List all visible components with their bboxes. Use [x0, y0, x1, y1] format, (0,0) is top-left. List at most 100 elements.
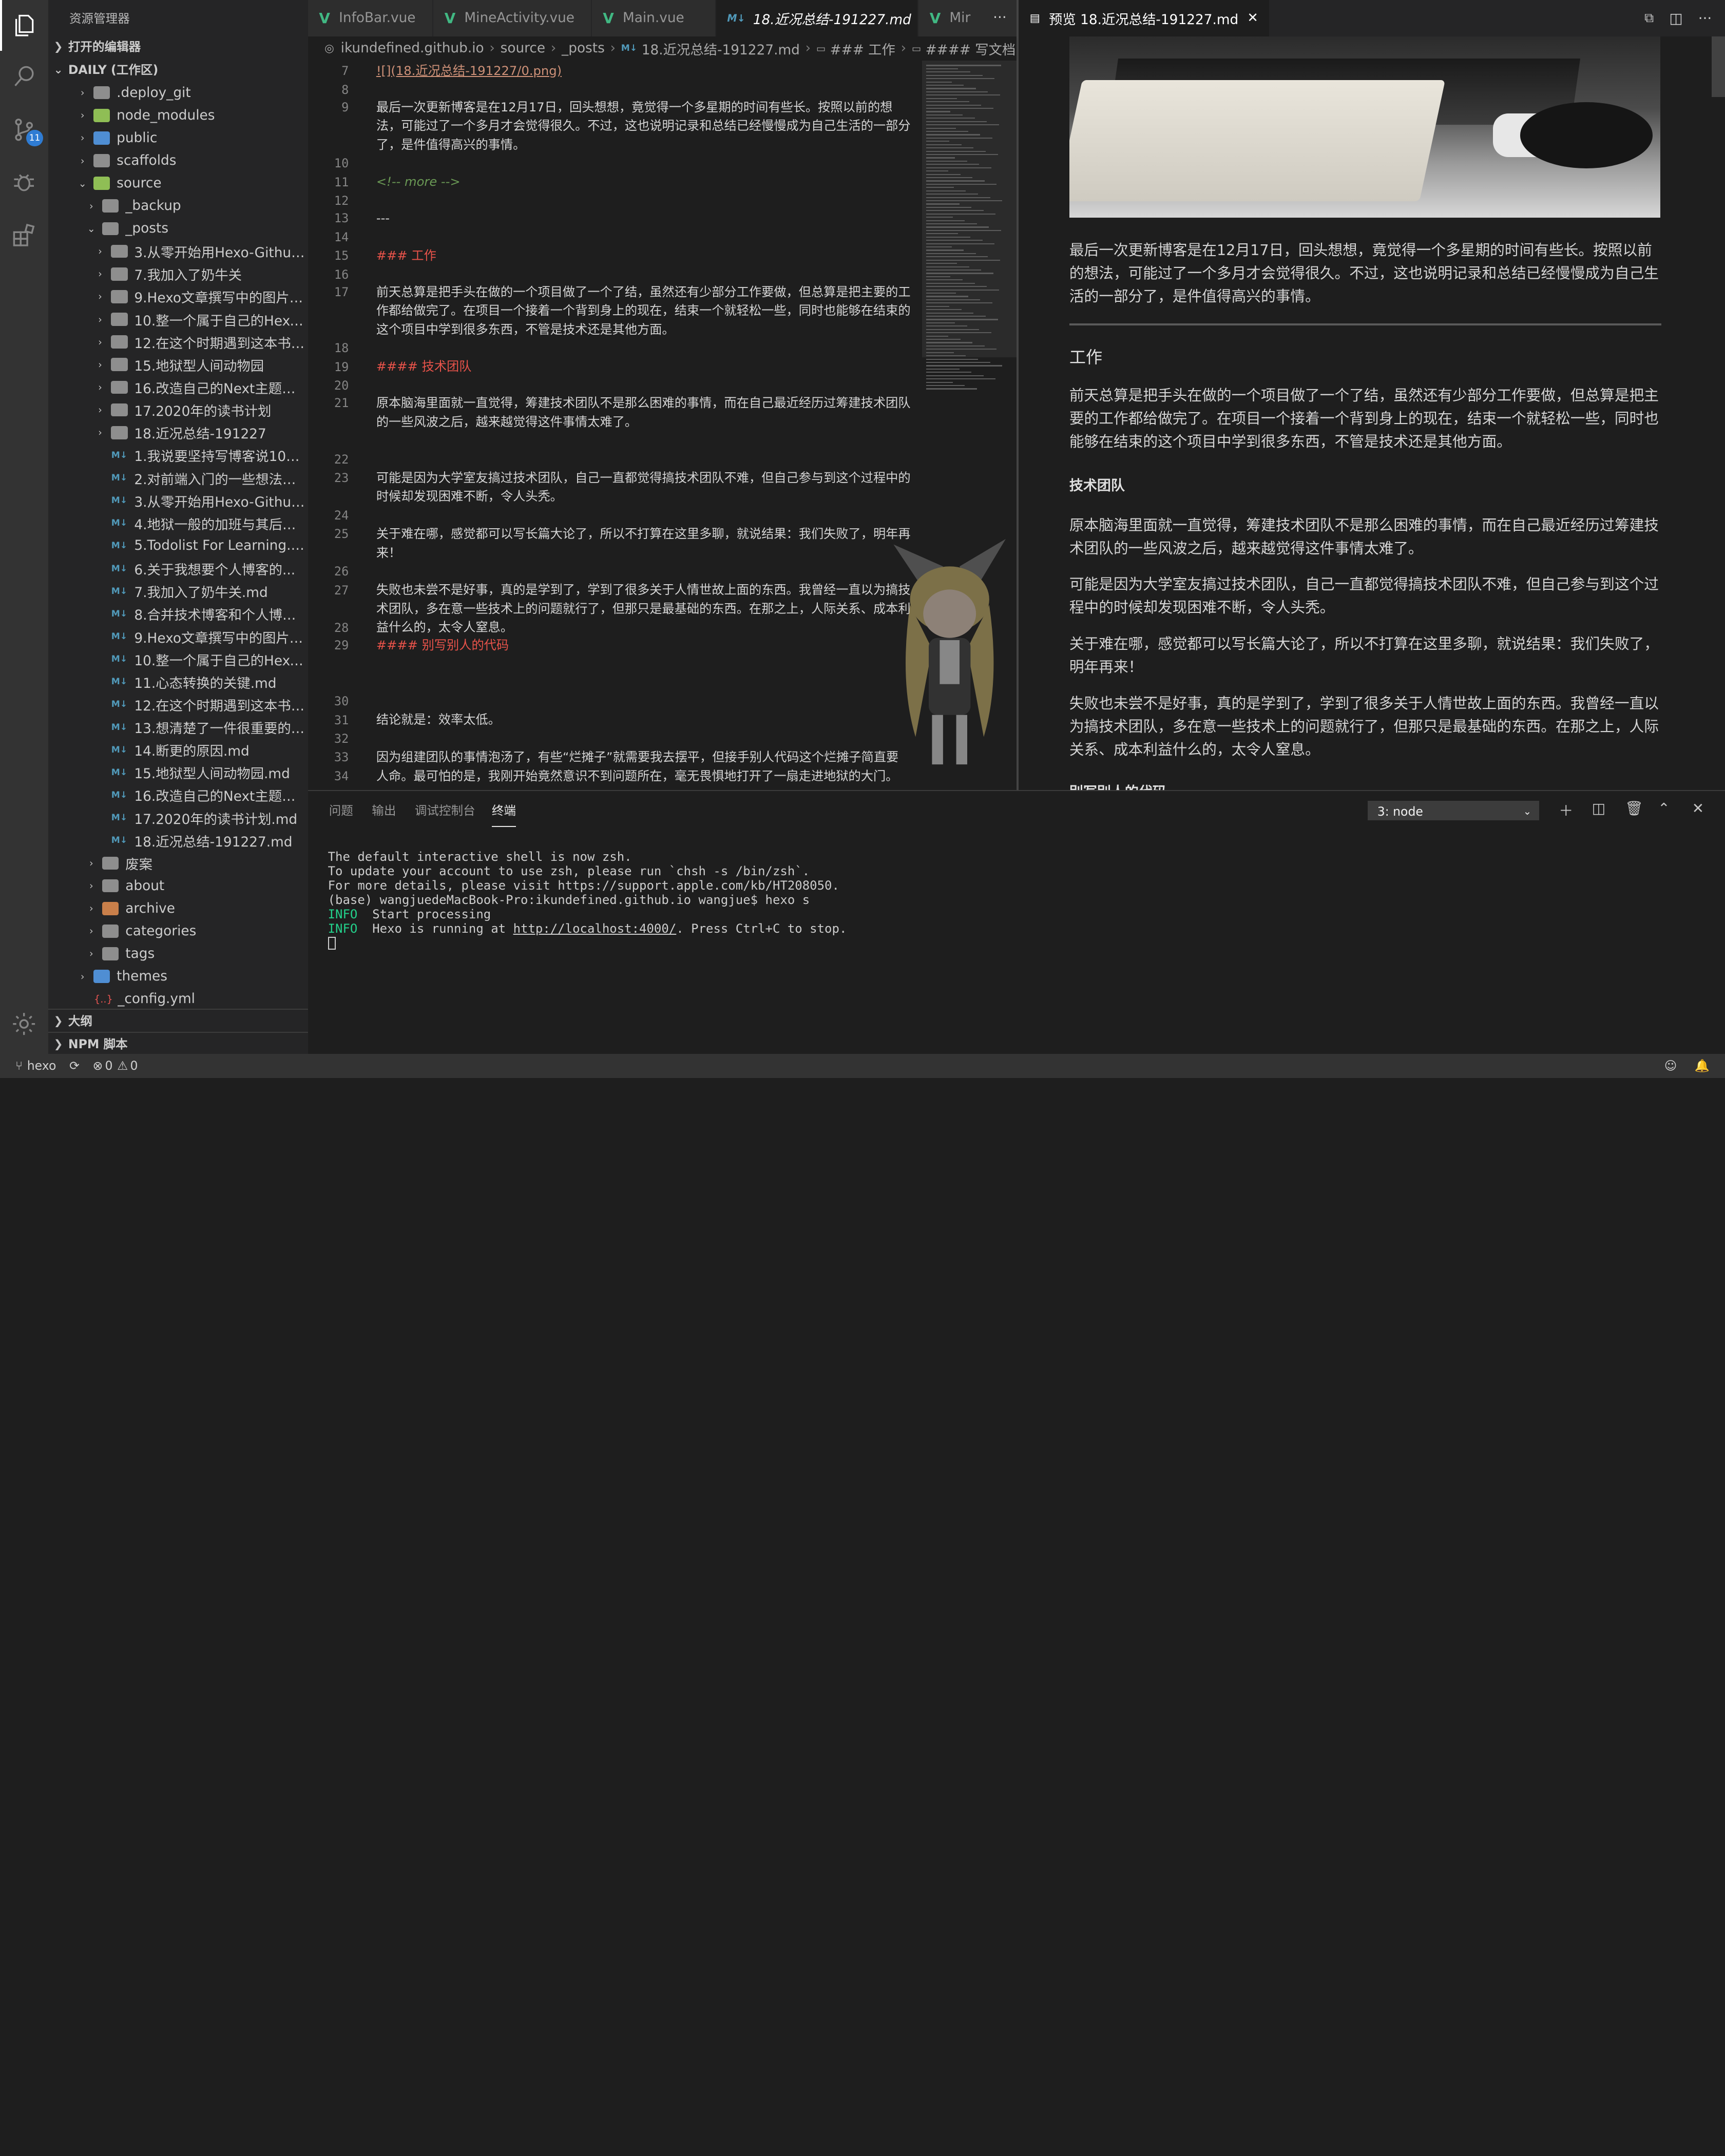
code-line: 结论就是：效率太低。: [376, 713, 501, 727]
new-terminal-icon[interactable]: ＋: [1559, 800, 1573, 820]
folder-item[interactable]: › 7.我加入了奶牛关: [48, 263, 308, 285]
image-link[interactable]: ![](18.近况总结-191227/0.png): [376, 64, 562, 78]
preview-scrollbar[interactable]: [1712, 36, 1725, 97]
folder-item[interactable]: › 12.在这个时期遇到这本书真...: [48, 331, 308, 353]
explorer-icon[interactable]: [0, 0, 48, 51]
extensions-icon[interactable]: [0, 210, 48, 261]
tab-problems[interactable]: 问题: [329, 791, 353, 830]
minimap-line: [926, 372, 972, 373]
file-item[interactable]: M↓ 15.地狱型人间动物园.md: [48, 761, 308, 784]
scm-badge: 11: [26, 129, 43, 146]
open-editors-header[interactable]: ❯ 打开的编辑器: [48, 35, 308, 59]
settings-gear-icon[interactable]: [0, 999, 48, 1050]
split-editor-icon[interactable]: ◫: [1669, 10, 1682, 27]
folder-icon: [102, 901, 119, 915]
code-line: 失败也未尝不是好事，真的是学到了，学到了很多关于人情世故上面的东西。我曾经一直以…: [376, 583, 911, 635]
code-line: 可能是因为大学室友搞过技术团队，自己一直都觉得搞技术团队不难，但自己参与到这个过…: [376, 470, 911, 504]
tab-main[interactable]: V Main.vue: [591, 0, 716, 36]
file-item[interactable]: M↓ 17.2020年的读书计划.md: [48, 806, 308, 829]
folder-item[interactable]: › 16.改造自己的Next主题（一...: [48, 376, 308, 398]
file-item[interactable]: M↓ 14.断更的原因.md: [48, 739, 308, 761]
close-panel-icon[interactable]: ✕: [1692, 800, 1704, 817]
terminal-select[interactable]: 3: node ⌄: [1367, 800, 1539, 821]
breadcrumb-item[interactable]: #### 写文档: [926, 38, 1016, 59]
tab-infobar[interactable]: V InfoBar.vue: [308, 0, 434, 36]
folder-item[interactable]: ⌄ _posts: [48, 217, 308, 240]
outline-header[interactable]: ❯ 大纲: [48, 1008, 308, 1033]
file-item[interactable]: M↓ 7.我加入了奶牛关.md: [48, 580, 308, 603]
file-item[interactable]: M↓ 9.Hexo文章撰写中的图片插...: [48, 625, 308, 648]
folder-item[interactable]: › scaffolds: [48, 149, 308, 172]
folder-item[interactable]: › themes: [48, 965, 308, 988]
debug-icon[interactable]: [0, 157, 48, 208]
folder-item[interactable]: › 3.从零开始用Hexo-Github...: [48, 240, 308, 263]
folder-item[interactable]: › 15.地狱型人间动物园: [48, 353, 308, 376]
preview-heading-work: 工作: [1069, 347, 1103, 367]
markdown-preview[interactable]: 最后一次更新博客是在12月17日，回头想想，竟觉得一个多星期的时间有些长。按照以…: [1019, 36, 1725, 790]
file-item[interactable]: M↓ 4.地狱一般的加班与其后的...: [48, 512, 308, 534]
file-item[interactable]: M↓ 1.我说要坚持写博客说100年...: [48, 444, 308, 467]
file-item[interactable]: M↓ 12.在这个时期遇到这本书真...: [48, 693, 308, 716]
folder-item[interactable]: ⌄ source: [48, 172, 308, 195]
folder-item[interactable]: › 废案: [48, 852, 308, 874]
tab-preview[interactable]: ▤ 预览 18.近况总结-191227.md ✕: [1019, 0, 1270, 36]
more-actions-icon[interactable]: ···: [1698, 10, 1712, 27]
bell-icon[interactable]: 🔔: [1695, 1058, 1710, 1073]
file-item[interactable]: {..} _config.yml: [48, 988, 308, 1010]
tab-debug-console[interactable]: 调试控制台: [415, 791, 475, 830]
branch-name[interactable]: hexo: [27, 1058, 56, 1073]
breadcrumb-item[interactable]: 18.近况总结-191227.md: [642, 38, 800, 59]
tab-terminal[interactable]: 终端: [491, 791, 516, 827]
trash-icon[interactable]: 🗑: [1625, 800, 1643, 817]
source-control-icon[interactable]: [0, 105, 48, 156]
split-terminal-icon[interactable]: ◫: [1592, 800, 1605, 817]
localhost-link[interactable]: http://localhost:4000/: [513, 921, 677, 936]
warning-count[interactable]: 0: [130, 1058, 138, 1073]
folder-item[interactable]: › archive: [48, 897, 308, 920]
tab-current-md[interactable]: M↓18.近况总结-191227.md✕: [716, 0, 919, 36]
breadcrumb-item[interactable]: source: [501, 41, 545, 56]
folder-icon: [111, 313, 128, 326]
breadcrumb-item[interactable]: ### 工作: [830, 38, 895, 59]
search-icon[interactable]: [0, 52, 48, 103]
folder-item[interactable]: › _backup: [48, 195, 308, 217]
folder-item[interactable]: › public: [48, 127, 308, 149]
breadcrumb-item[interactable]: ikundefined.github.io: [341, 41, 484, 56]
file-item[interactable]: M↓ 16.改造自己的Next主题（一...: [48, 784, 308, 806]
folder-item[interactable]: › node_modules: [48, 104, 308, 127]
open-source-icon[interactable]: ⧉: [1644, 10, 1654, 26]
npm-scripts-header[interactable]: ❯ NPM 脚本: [48, 1031, 308, 1054]
file-item[interactable]: M↓ 8.合并技术博客和个人博客....: [48, 603, 308, 625]
terminal-output[interactable]: The default interactive shell is now zsh…: [328, 850, 847, 950]
chevron-up-icon[interactable]: ⌃: [1658, 800, 1670, 817]
chevron-right-icon: ›: [89, 925, 93, 937]
tree-item-label: 1.我说要坚持写博客说100年...: [134, 449, 308, 465]
sync-icon[interactable]: ⟳: [69, 1058, 80, 1073]
file-item[interactable]: M↓ 13.想清楚了一件很重要的事...: [48, 716, 308, 739]
feedback-smiley-icon[interactable]: ☺: [1664, 1058, 1677, 1073]
file-item[interactable]: M↓ 5.Todolist For Learning.md: [48, 534, 308, 557]
folder-item[interactable]: › tags: [48, 942, 308, 965]
file-item[interactable]: M↓ 6.关于我想要个人博客的...: [48, 557, 308, 580]
tab-mineactivity[interactable]: V MineActivity.vue: [433, 0, 592, 36]
breadcrumb-item[interactable]: _posts: [562, 41, 605, 56]
more-actions-icon[interactable]: ···: [993, 9, 1007, 26]
tab-output[interactable]: 输出: [372, 791, 396, 830]
folder-item[interactable]: › 10.整一个属于自己的Hexo...: [48, 308, 308, 331]
file-item[interactable]: M↓ 10.整一个属于自己的Hexo...: [48, 648, 308, 670]
close-icon[interactable]: ✕: [1247, 10, 1258, 26]
folder-item[interactable]: › categories: [48, 920, 308, 942]
folder-item[interactable]: › 18.近况总结-191227: [48, 421, 308, 444]
file-item[interactable]: M↓ 18.近况总结-191227.md: [48, 829, 308, 852]
folder-item[interactable]: › 9.Hexo文章撰写中的图片插入: [48, 285, 308, 308]
file-item[interactable]: M↓ 11.心态转换的关键.md: [48, 670, 308, 693]
sidebar-title: 资源管理器: [69, 11, 130, 26]
folder-item[interactable]: › about: [48, 874, 308, 897]
file-item[interactable]: M↓ 3.从零开始用Hexo-Github...: [48, 489, 308, 512]
error-count[interactable]: 0: [105, 1058, 113, 1073]
folder-item[interactable]: › .deploy_git: [48, 82, 308, 104]
file-item[interactable]: M↓ 2.对前端入门的一些想法和...: [48, 467, 308, 489]
code-editor[interactable]: 7 ![](18.近况总结-191227/0.png) 8 9 最后一次更新博客是在12…: [308, 60, 924, 790]
workspace-header[interactable]: ⌄ DAILY (工作区): [48, 59, 308, 82]
folder-item[interactable]: › 17.2020年的读书计划: [48, 399, 308, 421]
